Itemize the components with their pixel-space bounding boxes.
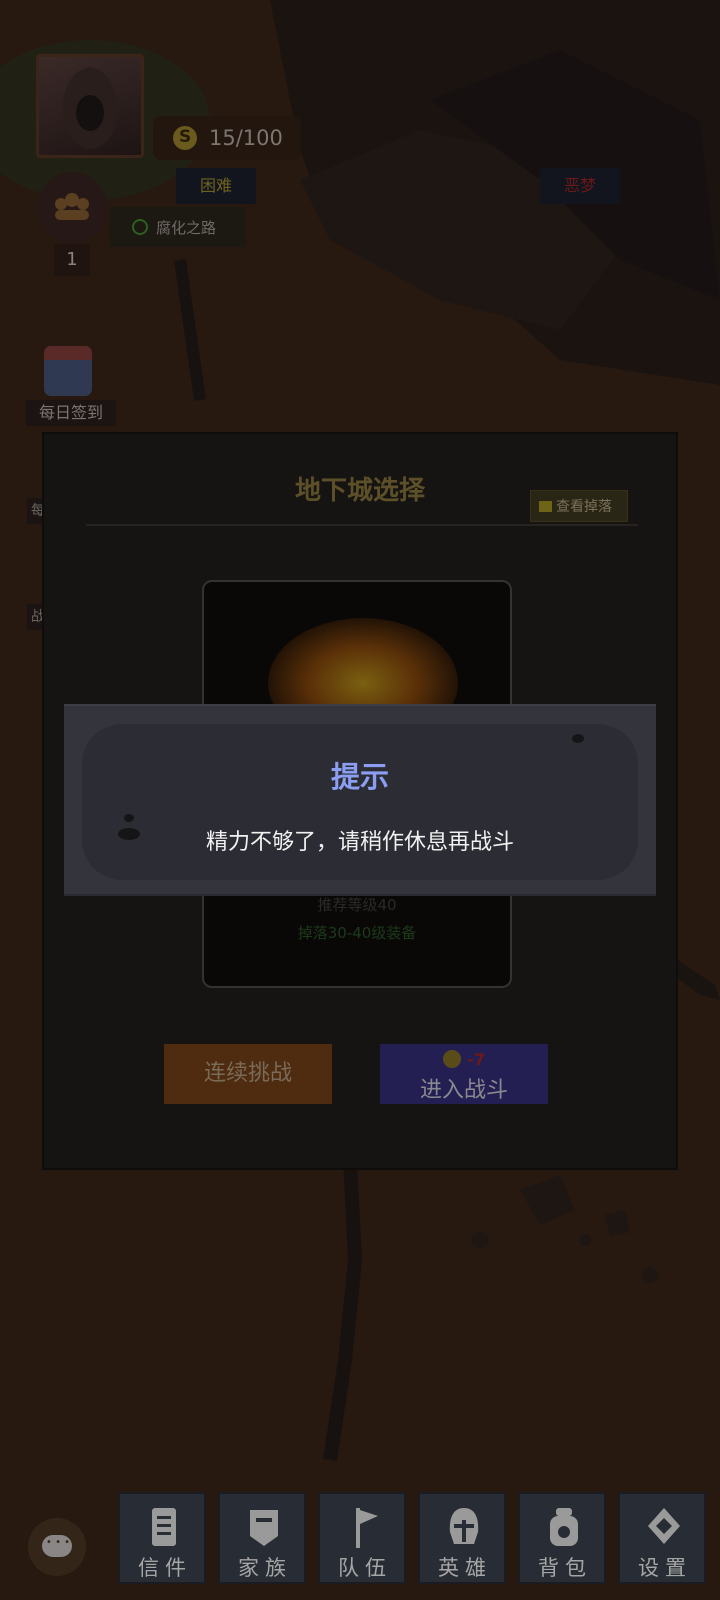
tip-dialog[interactable]: 提示 精力不够了，请稍作休息再战斗: [64, 704, 656, 896]
continuous-challenge-button[interactable]: 连续挑战: [164, 1044, 332, 1104]
hooded-hero-icon: [62, 67, 118, 149]
difficulty-nightmare-tab[interactable]: 恶梦: [540, 168, 620, 204]
team-flag-icon: [356, 1508, 378, 1548]
recommended-level: 推荐等级40: [317, 896, 397, 914]
nav-backpack[interactable]: 背包: [518, 1492, 606, 1584]
tip-title: 提示: [330, 760, 389, 794]
nav-settings[interactable]: 设置: [618, 1492, 706, 1584]
nav-team[interactable]: 队伍: [318, 1492, 406, 1584]
nav-settings-label: 设置: [638, 1556, 692, 1580]
pentagram-icon: [132, 219, 148, 235]
family-banner-icon: [250, 1510, 278, 1546]
backpack-icon: [550, 1508, 578, 1546]
nav-team-label: 队伍: [338, 1556, 392, 1580]
mail-scroll-icon: [152, 1508, 176, 1546]
energy-icon: [443, 1050, 462, 1068]
nav-mail[interactable]: 信件: [118, 1492, 206, 1584]
chat-bubble-icon: [42, 1535, 72, 1557]
energy-cost: -7: [380, 1044, 548, 1072]
energy-cost-value: -7: [467, 1049, 485, 1069]
drops-icon: [539, 500, 552, 512]
daily-signin-button[interactable]: 每日签到: [26, 340, 116, 428]
nav-hero-label: 英雄: [438, 1556, 492, 1580]
view-drops-button[interactable]: 查看掉落: [530, 490, 628, 522]
tip-message: 精力不够了，请稍作休息再战斗: [205, 830, 514, 855]
enter-battle-button[interactable]: -7 进入战斗: [380, 1044, 548, 1104]
energy-counter[interactable]: 15/100: [153, 116, 301, 160]
energy-icon: [173, 126, 197, 150]
hero-helmet-icon: [449, 1508, 479, 1544]
decoration-spot: [124, 814, 134, 822]
nav-mail-label: 信件: [138, 1556, 192, 1580]
nav-hero[interactable]: 英雄: [418, 1492, 506, 1584]
daily-signin-label: 每日签到: [26, 400, 116, 426]
route-label[interactable]: 腐化之路: [110, 207, 246, 247]
nav-family-label: 家族: [238, 1556, 292, 1580]
chat-button[interactable]: [28, 1518, 86, 1576]
settings-diamond-icon: [648, 1508, 680, 1544]
energy-value: 15/100: [209, 126, 283, 150]
divider: [86, 524, 638, 526]
decoration-spot: [572, 734, 584, 743]
team-members-icon: [55, 193, 89, 220]
difficulty-hard-tab[interactable]: 困难: [176, 168, 256, 204]
drop-range: 掉落30-40级装备: [297, 924, 417, 942]
nav-family[interactable]: 家族: [218, 1492, 306, 1584]
route-name: 腐化之路: [156, 218, 217, 237]
enter-battle-label: 进入战斗: [419, 1078, 508, 1103]
player-avatar[interactable]: [36, 54, 144, 158]
team-button[interactable]: [37, 172, 107, 244]
team-count: 1: [54, 244, 90, 276]
view-drops-label: 查看掉落: [556, 499, 612, 515]
nav-backpack-label: 背包: [538, 1556, 592, 1580]
tip-dialog-inner: [82, 724, 638, 880]
calendar-icon: [44, 346, 92, 396]
